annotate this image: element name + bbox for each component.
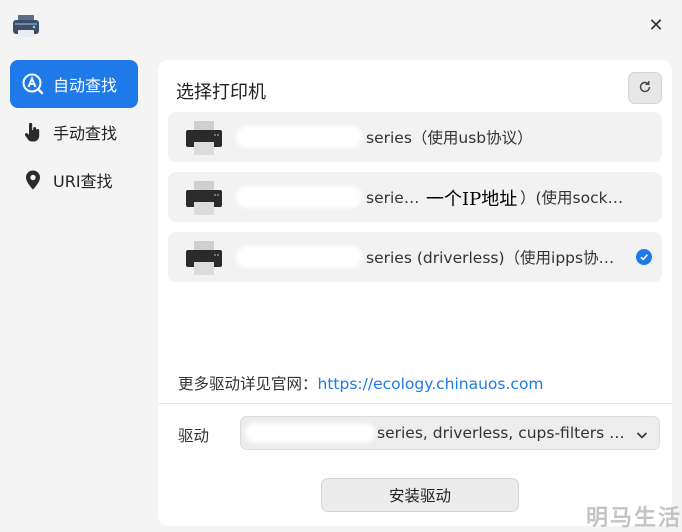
sidebar-item-label: 手动查找 bbox=[53, 124, 118, 143]
printer-icon bbox=[185, 120, 223, 156]
close-icon: ✕ bbox=[648, 14, 664, 36]
hand-pointer-icon bbox=[22, 121, 44, 143]
selected-check-icon bbox=[636, 249, 652, 265]
annotation-note: 一个IP地址 bbox=[426, 189, 518, 210]
driver-select[interactable]: series, driverless, cups-filters 1.… bbox=[240, 416, 660, 450]
printer-icon bbox=[185, 240, 223, 276]
titlebar: ✕ bbox=[0, 0, 682, 50]
refresh-button[interactable] bbox=[628, 72, 662, 104]
redacted-model-name bbox=[245, 423, 375, 443]
sidebar-item-label: URI查找 bbox=[53, 172, 113, 191]
printer-app-icon bbox=[12, 14, 40, 38]
location-pin-icon bbox=[22, 169, 44, 191]
driver-select-value: series, driverless, cups-filters 1.… bbox=[377, 424, 625, 442]
app-window: ✕ 自动查找 手动查找 URI查找 选择打印机 series（使用usb协议） … bbox=[0, 0, 682, 532]
printer-name: series（使用usb协议） bbox=[366, 129, 533, 147]
sidebar-item-label: 自动查找 bbox=[53, 76, 118, 95]
printer-selection-panel: 选择打印机 series（使用usb协议） series（ 一个IP地址 ）(使… bbox=[158, 60, 672, 526]
sidebar: 自动查找 手动查找 URI查找 bbox=[0, 50, 148, 532]
sidebar-item-manual-search[interactable]: 手动查找 bbox=[10, 108, 138, 156]
close-button[interactable]: ✕ bbox=[644, 13, 668, 37]
printer-list-item[interactable]: series (driverless)（使用ipps协议） bbox=[168, 232, 662, 282]
driver-label: 驱动 bbox=[178, 427, 210, 445]
divider bbox=[158, 403, 672, 404]
driver-info-prefix: 更多驱动详见官网： bbox=[178, 375, 318, 393]
page-title: 选择打印机 bbox=[176, 82, 266, 103]
driver-website-link[interactable]: https://ecology.chinauos.com bbox=[318, 375, 544, 393]
install-driver-button[interactable]: 安装驱动 bbox=[321, 478, 519, 512]
sidebar-item-uri-search[interactable]: URI查找 bbox=[10, 156, 138, 204]
printer-name: series (driverless)（使用ipps协议） bbox=[366, 249, 628, 267]
watermark: 明马生活 bbox=[585, 506, 682, 531]
redacted-model-name bbox=[236, 186, 362, 208]
sidebar-item-auto-search[interactable]: 自动查找 bbox=[10, 60, 138, 108]
printer-list-item[interactable]: series（ 一个IP地址 ）(使用sock… bbox=[168, 172, 662, 222]
printer-icon bbox=[185, 180, 223, 216]
printer-name: series（ bbox=[366, 189, 426, 207]
printer-name-suffix: ）(使用sock… bbox=[520, 189, 624, 207]
printer-list-item[interactable]: series（使用usb协议） bbox=[168, 112, 662, 162]
redacted-model-name bbox=[236, 126, 362, 148]
chevron-down-icon bbox=[635, 427, 649, 441]
driver-info-line: 更多驱动详见官网：https://ecology.chinauos.com bbox=[178, 372, 544, 394]
refresh-icon bbox=[638, 79, 652, 98]
auto-search-icon bbox=[22, 73, 44, 95]
redacted-model-name bbox=[236, 246, 362, 268]
